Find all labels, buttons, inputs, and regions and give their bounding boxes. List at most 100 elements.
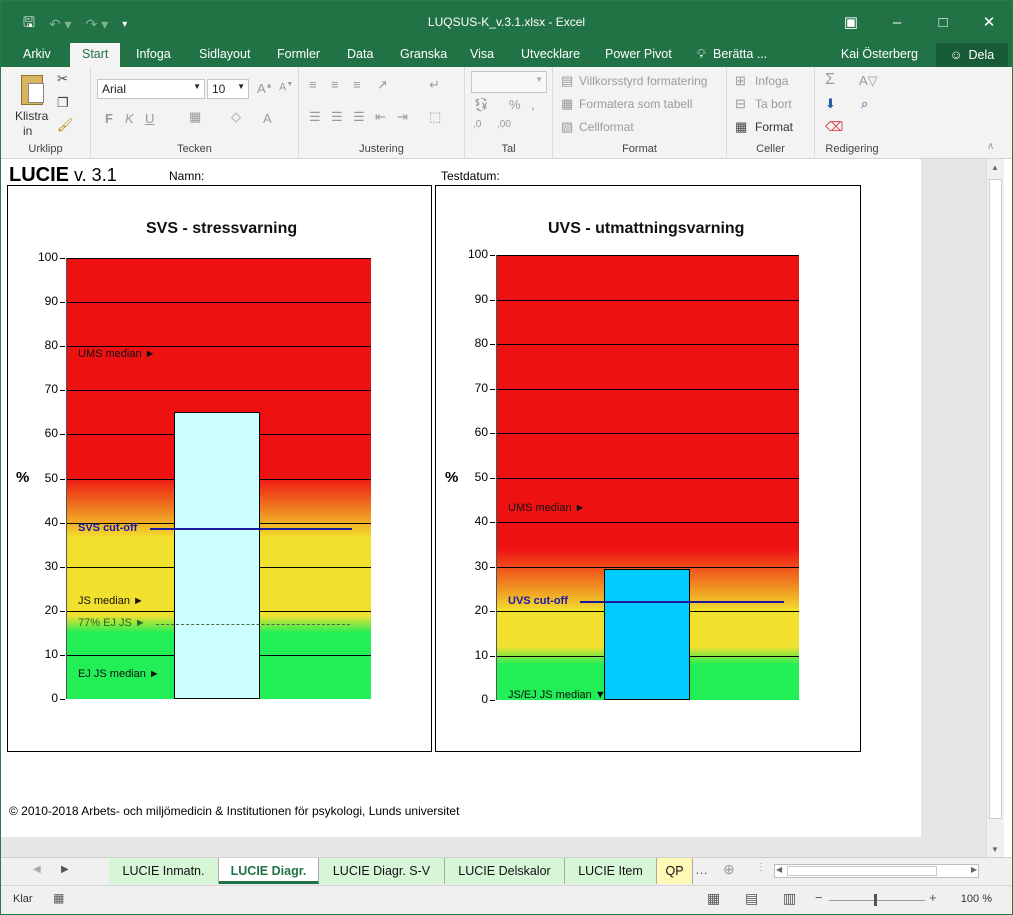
close-button[interactable]: ✕ bbox=[966, 1, 1012, 43]
bold-icon[interactable]: F bbox=[105, 111, 113, 126]
sheet-tab-lucie-delskalor[interactable]: LUCIE Delskalor bbox=[445, 858, 565, 884]
decrease-indent-icon[interactable]: ⇤ bbox=[375, 109, 386, 125]
tab-start[interactable]: Start bbox=[70, 43, 121, 67]
group-styles: ▤ Villkorsstyrd formatering ▦ Formatera … bbox=[553, 67, 727, 159]
result-bar[interactable] bbox=[174, 412, 260, 699]
svs-chart-panel[interactable]: SVS - stressvarning % 0 10 20 30 40 50 60 70 80 9… bbox=[7, 185, 432, 752]
tab-power-pivot[interactable]: Power Pivot bbox=[605, 47, 672, 61]
tab-visa[interactable]: Visa bbox=[470, 47, 494, 61]
italic-icon[interactable]: K bbox=[125, 111, 134, 126]
y-tick-label: 90 bbox=[474, 292, 488, 306]
scroll-left-icon[interactable]: ◀ bbox=[776, 865, 782, 874]
wrap-text-icon[interactable]: ↵ bbox=[429, 77, 440, 93]
maximize-button[interactable]: □ bbox=[920, 1, 966, 43]
worksheet[interactable]: LUCIE v. 3.1 Namn: Testdatum: SVS - stre… bbox=[1, 159, 986, 857]
number-format-dropdown[interactable]: ▼ bbox=[471, 71, 547, 93]
sheet-tab-qp[interactable]: QP bbox=[657, 858, 693, 884]
increase-decimal-icon[interactable]: ,0 bbox=[473, 119, 481, 130]
zoom-slider-thumb[interactable] bbox=[874, 894, 877, 906]
next-sheet-icon[interactable]: ▶ bbox=[61, 864, 69, 875]
insert-cells-button[interactable]: Infoga bbox=[755, 74, 788, 88]
merge-center-icon[interactable]: ⬚ bbox=[429, 109, 441, 125]
align-top-icon[interactable]: ≡ bbox=[309, 77, 317, 92]
format-painter-icon[interactable]: 🖌︎ bbox=[57, 117, 74, 133]
clear-icon[interactable]: ⌫ bbox=[825, 119, 843, 135]
borders-icon[interactable]: ▦ bbox=[189, 109, 201, 125]
align-center-icon[interactable]: ☰ bbox=[331, 109, 343, 125]
zoom-in-icon[interactable]: + bbox=[929, 890, 937, 905]
horizontal-scrollbar[interactable]: ◀ ▶ bbox=[774, 864, 979, 878]
sort-filter-icon[interactable]: A▽ bbox=[859, 73, 878, 89]
sheet-tab-lucie-inmatn[interactable]: LUCIE Inmatn. bbox=[109, 858, 219, 884]
result-bar[interactable] bbox=[604, 568, 690, 700]
tab-infoga[interactable]: Infoga bbox=[136, 47, 171, 61]
tab-granska[interactable]: Granska bbox=[400, 47, 447, 61]
zoom-slider[interactable] bbox=[829, 900, 925, 901]
orientation-icon[interactable]: ↗ bbox=[377, 77, 388, 93]
collapse-ribbon-icon[interactable]: ∧ bbox=[987, 141, 994, 152]
comma-style-icon[interactable]: , bbox=[531, 97, 535, 112]
tab-sidlayout[interactable]: Sidlayout bbox=[199, 47, 250, 61]
alignment-group-label: Justering bbox=[359, 143, 404, 155]
tell-me-search[interactable]: Berätta ... bbox=[713, 47, 767, 61]
align-left-icon[interactable]: ☰ bbox=[309, 109, 321, 125]
autosum-icon[interactable]: Σ bbox=[825, 71, 835, 89]
uvs-chart-panel[interactable]: UVS - utmattningsvarning % 0 10 20 30 40 50 60… bbox=[435, 185, 861, 752]
macro-record-icon[interactable]: ▦ bbox=[53, 891, 64, 905]
delete-cells-icon: ⊟ bbox=[735, 96, 746, 111]
hscroll-thumb[interactable] bbox=[787, 866, 937, 876]
align-right-icon[interactable]: ☰ bbox=[353, 109, 365, 125]
underline-icon[interactable]: U bbox=[145, 111, 154, 126]
align-middle-icon[interactable]: ≡ bbox=[331, 77, 339, 92]
conditional-formatting-button[interactable]: Villkorsstyrd formatering bbox=[579, 74, 707, 88]
app-name: LUCIE bbox=[9, 164, 69, 186]
zoom-level[interactable]: 100 % bbox=[961, 893, 992, 905]
page-layout-view-icon[interactable]: ▤ bbox=[745, 890, 758, 907]
format-as-table-button[interactable]: Formatera som tabell bbox=[579, 97, 692, 111]
currency-icon[interactable]: 💱︎ bbox=[473, 97, 490, 113]
zoom-out-icon[interactable]: − bbox=[815, 890, 823, 905]
normal-view-icon[interactable]: ▦ bbox=[707, 890, 720, 907]
font-size-dropdown[interactable]: 10 ▼ bbox=[207, 79, 249, 99]
gridline bbox=[66, 258, 371, 259]
scroll-thumb[interactable] bbox=[989, 179, 1002, 819]
prev-sheet-icon[interactable]: ◀ bbox=[33, 864, 41, 875]
share-button[interactable]: ☺ Dela bbox=[936, 43, 1008, 67]
fill-icon[interactable]: ⬇ bbox=[825, 96, 836, 112]
scroll-down-icon[interactable]: ▼ bbox=[991, 845, 999, 854]
delete-cells-button[interactable]: Ta bort bbox=[755, 97, 792, 111]
font-name-dropdown[interactable]: Arial ▼ bbox=[97, 79, 205, 99]
increase-indent-icon[interactable]: ⇥ bbox=[397, 109, 408, 125]
percent-icon[interactable]: % bbox=[509, 97, 521, 112]
sheet-tab-lucie-diagr[interactable]: LUCIE Diagr. bbox=[219, 858, 319, 884]
cell-styles-button[interactable]: Cellformat bbox=[579, 120, 634, 134]
tab-arkiv[interactable]: Arkiv bbox=[23, 47, 51, 61]
copy-icon[interactable]: ❐ bbox=[57, 95, 69, 111]
page-break-view-icon[interactable]: ▥ bbox=[783, 890, 796, 907]
sheet-tab-lucie-diagr-s-v[interactable]: LUCIE Diagr. S-V bbox=[319, 858, 445, 884]
more-sheets-icon[interactable]: … bbox=[695, 862, 708, 877]
tab-formler[interactable]: Formler bbox=[277, 47, 320, 61]
paste-label-2: in bbox=[23, 124, 33, 138]
scroll-up-icon[interactable]: ▲ bbox=[991, 163, 999, 172]
minimize-button[interactable]: – bbox=[874, 1, 920, 43]
align-bottom-icon[interactable]: ≡ bbox=[353, 77, 361, 92]
vertical-scrollbar[interactable]: ▲ ▼ bbox=[986, 159, 1004, 857]
format-cells-button[interactable]: Format bbox=[755, 120, 793, 134]
scroll-right-icon[interactable]: ▶ bbox=[971, 865, 977, 874]
new-sheet-icon[interactable]: ⊕ bbox=[723, 861, 735, 878]
decrease-font-icon[interactable]: A▼ bbox=[279, 81, 293, 94]
fill-color-icon[interactable]: ◇ bbox=[231, 109, 241, 125]
cut-icon[interactable]: ✂ bbox=[57, 71, 68, 87]
user-name[interactable]: Kai Österberg bbox=[841, 47, 918, 61]
find-select-icon[interactable]: ⌕ bbox=[861, 96, 868, 112]
paste-button[interactable]: Klistra in bbox=[13, 71, 53, 141]
decrease-decimal-icon[interactable]: ,00 bbox=[497, 119, 511, 130]
ribbon-display-options-icon[interactable]: ▣ bbox=[828, 1, 874, 43]
font-color-icon[interactable]: A bbox=[263, 111, 272, 126]
increase-font-icon[interactable]: A▲ bbox=[257, 81, 273, 96]
tab-utvecklare[interactable]: Utvecklare bbox=[521, 47, 580, 61]
tab-data[interactable]: Data bbox=[347, 47, 373, 61]
tab-split-handle-icon[interactable]: ⋮ bbox=[756, 862, 766, 873]
sheet-tab-lucie-item[interactable]: LUCIE Item bbox=[565, 858, 657, 884]
